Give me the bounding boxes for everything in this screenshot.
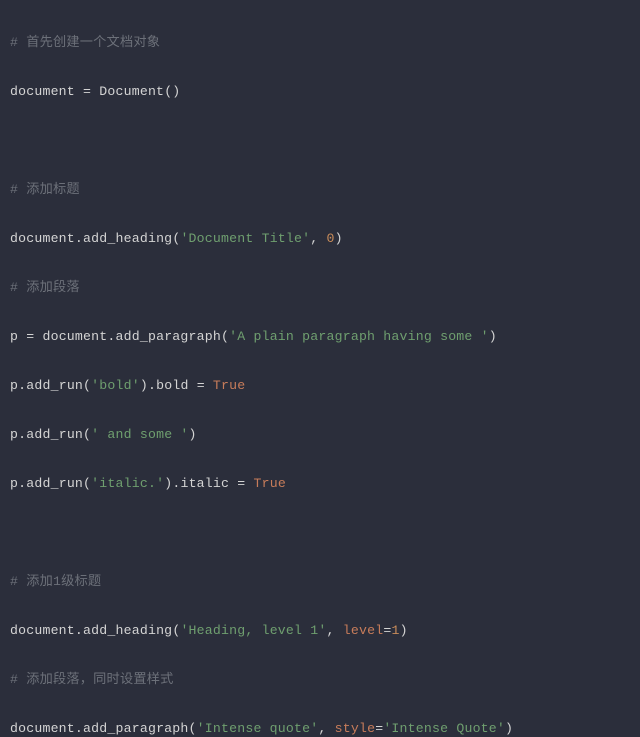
identifier: p — [10, 378, 18, 393]
paren: ( — [83, 427, 91, 442]
dot: . — [75, 623, 83, 638]
paren: ) — [489, 329, 497, 344]
operator: = — [189, 378, 213, 393]
paren: ) — [505, 721, 513, 736]
identifier: p — [10, 476, 18, 491]
identifier: document — [42, 329, 107, 344]
code-line: p = document.add_paragraph('A plain para… — [10, 325, 630, 350]
member: italic — [180, 476, 229, 491]
call: Document — [99, 84, 164, 99]
paren: ) — [400, 623, 408, 638]
identifier: document — [10, 721, 75, 736]
paren: ( — [83, 378, 91, 393]
identifier: p — [10, 329, 18, 344]
string: 'Intense Quote' — [383, 721, 505, 736]
string: 'A plain paragraph having some ' — [229, 329, 489, 344]
string: ' and some ' — [91, 427, 188, 442]
dot: . — [75, 231, 83, 246]
code-editor[interactable]: # 首先创建一个文档对象 document = Document() # 添加标… — [0, 0, 640, 737]
string: 'italic.' — [91, 476, 164, 491]
paren: ) — [140, 378, 148, 393]
string: 'Intense quote' — [197, 721, 319, 736]
method: add_run — [26, 476, 83, 491]
code-line: document.add_paragraph('Intense quote', … — [10, 717, 630, 737]
operator: = — [229, 476, 253, 491]
code-line: p.add_run(' and some ') — [10, 423, 630, 448]
code-line: p.add_run('italic.').italic = True — [10, 472, 630, 497]
dot: . — [107, 329, 115, 344]
code-line: document = Document() — [10, 80, 630, 105]
code-line: document.add_heading('Heading, level 1',… — [10, 619, 630, 644]
paren: ) — [189, 427, 197, 442]
kwarg: level — [343, 623, 384, 638]
code-line: # 添加1级标题 — [10, 570, 630, 595]
comma: , — [327, 623, 343, 638]
method: add_run — [26, 378, 83, 393]
parens: () — [164, 84, 180, 99]
comma: , — [310, 231, 326, 246]
comment: # 添加段落，同时设置样式 — [10, 672, 174, 687]
constant: True — [213, 378, 245, 393]
string: 'Heading, level 1' — [180, 623, 326, 638]
method: add_run — [26, 427, 83, 442]
comma: , — [318, 721, 334, 736]
code-line: # 添加标题 — [10, 178, 630, 203]
code-line: # 添加段落，同时设置样式 — [10, 668, 630, 693]
method: add_heading — [83, 623, 172, 638]
identifier: document — [10, 623, 75, 638]
comment: # 添加标题 — [10, 182, 80, 197]
dot: . — [75, 721, 83, 736]
comment: # 首先创建一个文档对象 — [10, 35, 160, 50]
operator: = — [75, 84, 99, 99]
paren: ) — [335, 231, 343, 246]
code-line: p.add_run('bold').bold = True — [10, 374, 630, 399]
code-line: # 添加段落 — [10, 276, 630, 301]
paren: ( — [221, 329, 229, 344]
member: bold — [156, 378, 188, 393]
number: 1 — [391, 623, 399, 638]
constant: True — [253, 476, 285, 491]
comment: # 添加1级标题 — [10, 574, 101, 589]
code-line: document.add_heading('Document Title', 0… — [10, 227, 630, 252]
comment: # 添加段落 — [10, 280, 80, 295]
code-line — [10, 129, 630, 154]
paren: ( — [189, 721, 197, 736]
kwarg: style — [335, 721, 376, 736]
number: 0 — [327, 231, 335, 246]
identifier: document — [10, 231, 75, 246]
string: 'Document Title' — [180, 231, 310, 246]
operator: = — [18, 329, 42, 344]
string: 'bold' — [91, 378, 140, 393]
code-line — [10, 521, 630, 546]
identifier: document — [10, 84, 75, 99]
method: add_paragraph — [116, 329, 221, 344]
method: add_heading — [83, 231, 172, 246]
paren: ( — [83, 476, 91, 491]
code-line: # 首先创建一个文档对象 — [10, 31, 630, 56]
method: add_paragraph — [83, 721, 188, 736]
identifier: p — [10, 427, 18, 442]
dot: . — [148, 378, 156, 393]
